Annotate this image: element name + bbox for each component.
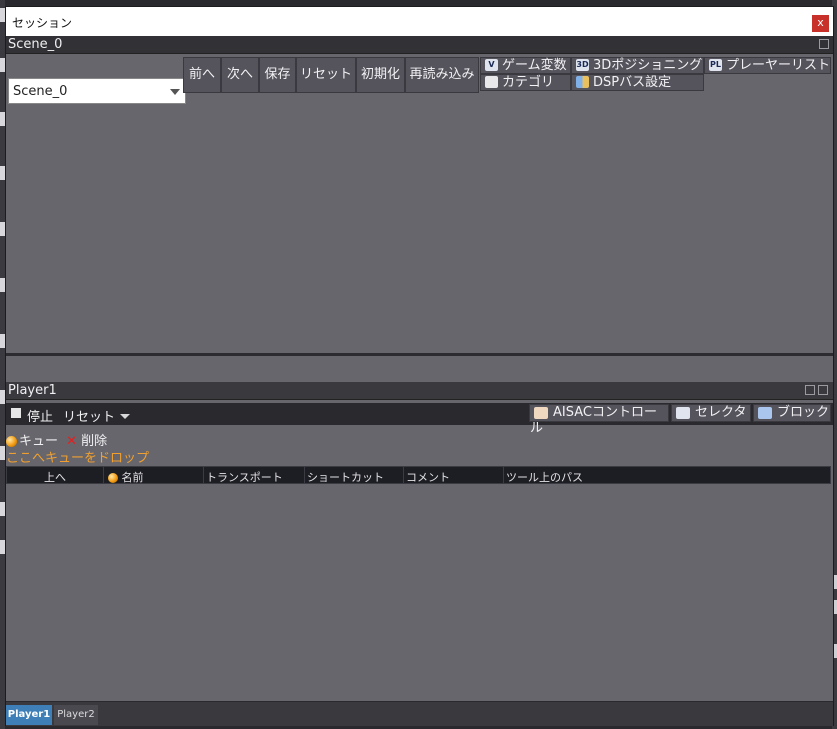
player-tab-bar: Player1 Player2: [6, 701, 833, 726]
chevron-down-icon[interactable]: [120, 414, 130, 419]
column-header-comment[interactable]: コメント: [406, 469, 450, 485]
cue-table-body[interactable]: [6, 484, 833, 701]
initialize-button[interactable]: 初期化: [356, 57, 405, 93]
aisac-label: AISACコントロール: [530, 405, 657, 436]
tab-player2[interactable]: Player2: [54, 705, 98, 725]
reset-menu-button[interactable]: リセット: [63, 406, 115, 425]
3d-icon: 3D: [576, 59, 589, 71]
positioning-3d-chip[interactable]: 3D 3Dポジショニング: [571, 57, 704, 74]
reload-button[interactable]: 再読み込み: [405, 57, 479, 93]
prev-button[interactable]: 前へ: [183, 57, 221, 93]
category-chip[interactable]: カテゴリ: [480, 74, 571, 91]
close-panel-icon[interactable]: [818, 385, 828, 395]
block-button[interactable]: ブロック: [753, 404, 831, 422]
column-header-shortcut[interactable]: ショートカット: [307, 469, 384, 485]
dsp-bus-settings-chip[interactable]: DSPバス設定: [571, 74, 704, 91]
window-title: セッション: [12, 16, 73, 30]
column-header-tool-path[interactable]: ツール上のパス: [506, 469, 583, 485]
game-variables-chip[interactable]: V ゲーム変数: [480, 57, 571, 74]
player-list-chip[interactable]: PL プレーヤーリスト: [704, 57, 831, 74]
positioning-3d-label: 3Dポジショニング: [593, 58, 703, 73]
column-header-up[interactable]: 上へ: [44, 469, 66, 485]
scene-select[interactable]: Scene_0: [8, 78, 186, 104]
reset-button[interactable]: リセット: [296, 57, 356, 93]
selector-icon: [676, 407, 690, 419]
game-variables-label: ゲーム変数: [502, 58, 567, 73]
player-list-label: プレーヤーリスト: [726, 58, 831, 73]
scene-panel-body: Scene_0 前へ 次へ 保存 リセット 初期化 再読み込み V ゲーム変数 3…: [6, 54, 833, 353]
player-toolbar: 停止 リセット AISACコントロール セレクタ ブロック: [6, 403, 833, 436]
close-button[interactable]: x: [812, 15, 829, 32]
column-header-name[interactable]: 名前: [108, 469, 144, 485]
cue-table-header: 上へ 名前 トランスポート ショートカット コメント ツール上のパス: [6, 466, 831, 484]
player-list-icon: PL: [709, 59, 722, 71]
selector-label: セレクタ: [695, 405, 747, 420]
cue-icon: [108, 473, 118, 483]
block-label: ブロック: [777, 405, 830, 420]
variable-icon: V: [485, 59, 498, 71]
panel-divider[interactable]: [6, 353, 833, 356]
float-panel-icon[interactable]: [805, 385, 815, 395]
dsp-bus-settings-label: DSPバス設定: [593, 75, 672, 90]
next-button[interactable]: 次へ: [221, 57, 259, 93]
aisac-icon: [534, 407, 548, 419]
column-header-transport[interactable]: トランスポート: [206, 469, 283, 485]
scene-panel-title: Scene_0: [8, 37, 63, 52]
block-icon: [758, 407, 772, 419]
stop-icon[interactable]: [11, 408, 21, 418]
cue-icon: [6, 436, 17, 447]
dsp-bus-icon: [576, 76, 589, 88]
player-panel-title: Player1: [8, 383, 57, 398]
scene-select-value: Scene_0: [13, 84, 68, 99]
selector-button[interactable]: セレクタ: [671, 404, 751, 422]
scene-panel-header: Scene_0: [6, 36, 833, 54]
window-titlebar: セッション x: [6, 7, 833, 36]
player-panel-header: Player1: [6, 382, 833, 400]
tab-player1[interactable]: Player1: [6, 705, 52, 725]
column-header-name-label: 名前: [121, 471, 144, 484]
category-icon: [485, 76, 498, 88]
stop-button[interactable]: 停止: [27, 406, 53, 425]
float-panel-icon[interactable]: [819, 39, 829, 49]
session-window: セッション x Scene_0 Scene_0 前へ 次へ 保存 リセット 初期…: [5, 6, 834, 726]
chevron-down-icon: [170, 89, 180, 95]
cue-drop-zone-hint[interactable]: ここへキューをドロップ: [6, 447, 149, 466]
aisac-control-button[interactable]: AISACコントロール: [529, 404, 669, 436]
category-label: カテゴリ: [502, 75, 555, 90]
save-button[interactable]: 保存: [259, 57, 296, 93]
